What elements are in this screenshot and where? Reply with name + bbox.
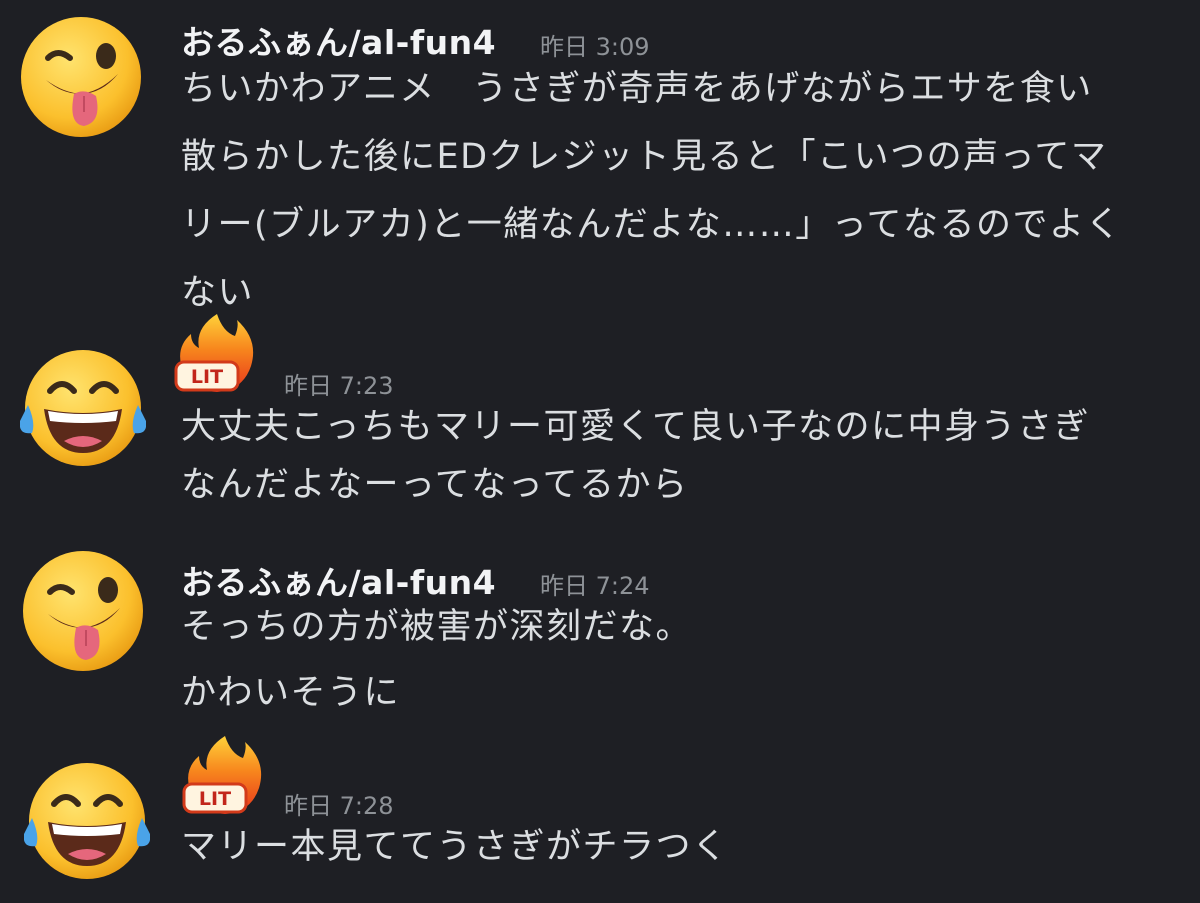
message-line: なんだよなーってなってるから [181,465,689,505]
message-line: 大丈夫こっちもマリー可愛くて良い子なのに中身うさぎ [181,407,1091,447]
message-line: そっちの方が被害が深刻だな。 [181,607,693,647]
message-content: マリー本見ててうさぎがチラつく [181,818,1171,876]
message-line: マリー本見ててうさぎがチラつく [181,827,729,867]
message-line: リー(ブルアカ)と一緒なんだよな……」ってなるのでよく [181,205,1123,245]
lit-badge-text: LIT [199,788,231,810]
timestamp: 昨日 7:23 [284,372,394,400]
message-content: そっちの方が被害が深刻だな。 かわいそうに [181,598,1171,722]
timestamp: 昨日 7:28 [284,792,394,820]
username[interactable]: おるふぁん/al-fun4 [181,16,496,64]
avatar-winking-tongue-icon[interactable] [20,548,146,674]
lit-fire-badge-icon: LIT [172,312,262,394]
timestamp: 昨日 3:09 [540,33,650,61]
message-line: 散らかした後にEDクレジット見ると「こいつの声ってマ [181,137,1108,177]
username[interactable]: おるふぁん/al-fun4 [181,556,496,604]
timestamp: 昨日 7:24 [540,572,650,600]
avatar-tears-of-joy-icon[interactable] [24,758,150,884]
avatar-winking-tongue-icon[interactable] [18,14,144,140]
avatar-tears-of-joy-icon[interactable] [20,345,146,471]
message-line: ちいかわアニメ うさぎが奇声をあげながらエサを食い [181,69,1093,109]
message-line: ない [181,273,255,313]
lit-fire-badge-icon: LIT [180,734,270,816]
message-content: ちいかわアニメ うさぎが奇声をあげながらエサを食い 散らかした後にEDクレジット… [181,60,1171,322]
message-content: 大丈夫こっちもマリー可愛くて良い子なのに中身うさぎ なんだよなーってなってるから [181,398,1171,514]
message-line: かわいそうに [181,673,401,713]
lit-badge-text: LIT [191,366,223,388]
